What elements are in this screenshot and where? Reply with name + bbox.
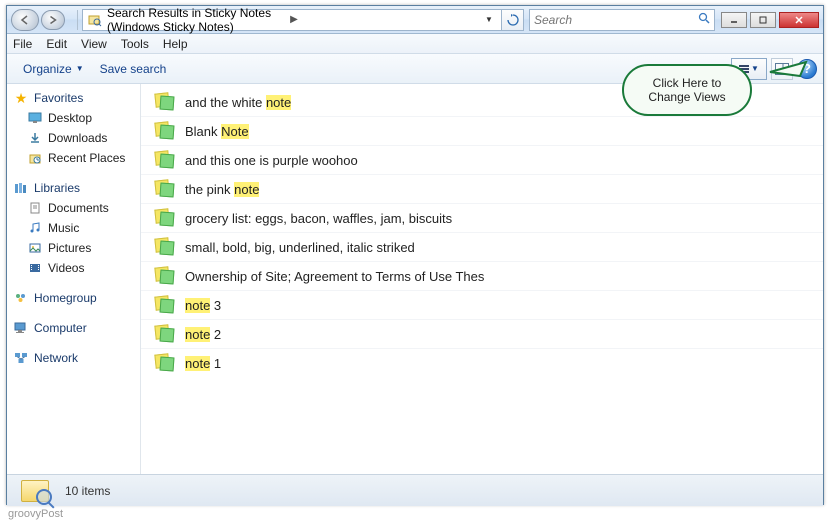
recent-places-icon xyxy=(27,150,43,166)
result-row[interactable]: the pink note xyxy=(141,174,823,203)
result-title: grocery list: eggs, bacon, waffles, jam,… xyxy=(185,211,452,226)
menubar: File Edit View Tools Help xyxy=(7,34,823,54)
window-controls xyxy=(721,12,819,28)
computer-icon xyxy=(13,320,29,336)
sidebar-item-documents[interactable]: Documents xyxy=(7,198,140,218)
result-title: the pink note xyxy=(185,182,259,197)
sidebar-computer[interactable]: Computer xyxy=(7,318,140,338)
sticky-note-icon xyxy=(155,151,175,169)
organize-button[interactable]: Organize ▼ xyxy=(15,59,92,79)
close-button[interactable] xyxy=(779,12,819,28)
result-row[interactable]: small, bold, big, underlined, italic str… xyxy=(141,232,823,261)
network-icon xyxy=(13,350,29,366)
result-row[interactable]: note 1 xyxy=(141,348,823,377)
search-folder-icon xyxy=(87,12,103,28)
maximize-button[interactable] xyxy=(750,12,776,28)
sticky-note-icon xyxy=(155,93,175,111)
titlebar: Search Results in Sticky Notes (Windows … xyxy=(7,6,823,34)
result-row[interactable]: note 2 xyxy=(141,319,823,348)
sticky-note-icon xyxy=(155,209,175,227)
sidebar-libraries-header[interactable]: Libraries xyxy=(7,178,140,198)
videos-icon xyxy=(27,260,43,276)
address-dropdown-icon[interactable]: ▼ xyxy=(481,15,497,24)
sticky-note-icon xyxy=(155,354,175,372)
menu-file[interactable]: File xyxy=(13,37,32,51)
breadcrumb-text: Search Results in Sticky Notes (Windows … xyxy=(107,6,286,34)
sticky-note-icon xyxy=(155,296,175,314)
sidebar-item-recent-places[interactable]: Recent Places xyxy=(7,148,140,168)
result-row[interactable]: Ownership of Site; Agreement to Terms of… xyxy=(141,261,823,290)
result-list: and the white note Blank Note and this one… xyxy=(141,84,823,381)
back-button[interactable] xyxy=(11,9,39,31)
menu-edit[interactable]: Edit xyxy=(46,37,67,51)
search-box[interactable] xyxy=(529,9,715,31)
result-title: note 1 xyxy=(185,356,221,371)
sidebar-item-desktop[interactable]: Desktop xyxy=(7,108,140,128)
result-row[interactable]: note 3 xyxy=(141,290,823,319)
result-title: Ownership of Site; Agreement to Terms of… xyxy=(185,269,484,284)
statusbar: 10 items xyxy=(7,474,823,506)
menu-view[interactable]: View xyxy=(81,37,107,51)
chevron-down-icon: ▼ xyxy=(751,64,759,73)
result-title: small, bold, big, underlined, italic str… xyxy=(185,240,415,255)
save-search-button[interactable]: Save search xyxy=(92,59,175,79)
downloads-icon xyxy=(27,130,43,146)
refresh-button[interactable] xyxy=(502,9,524,31)
minimize-button[interactable] xyxy=(721,12,747,28)
results-pane: and the white note Blank Note and this one… xyxy=(141,84,823,474)
music-icon xyxy=(27,220,43,236)
homegroup-icon xyxy=(13,290,29,306)
libraries-icon xyxy=(13,180,29,196)
sidebar-item-pictures[interactable]: Pictures xyxy=(7,238,140,258)
sidebar-item-music[interactable]: Music xyxy=(7,218,140,238)
sidebar-network[interactable]: Network xyxy=(7,348,140,368)
navigation-pane: ★Favorites Desktop Downloads Recent Plac… xyxy=(7,84,141,474)
star-icon: ★ xyxy=(13,90,29,106)
search-input[interactable] xyxy=(534,13,698,27)
pictures-icon xyxy=(27,240,43,256)
result-title: note 3 xyxy=(185,298,221,313)
chevron-down-icon: ▼ xyxy=(76,64,84,73)
search-icon[interactable] xyxy=(698,12,710,27)
sidebar-item-videos[interactable]: Videos xyxy=(7,258,140,278)
search-results-icon xyxy=(15,477,55,505)
desktop-icon xyxy=(27,110,43,126)
forward-button[interactable] xyxy=(41,10,65,30)
sticky-note-icon xyxy=(155,238,175,256)
watermark: groovyPost xyxy=(8,508,63,520)
sidebar-favorites-header[interactable]: ★Favorites xyxy=(7,88,140,108)
sidebar-item-downloads[interactable]: Downloads xyxy=(7,128,140,148)
callout-bubble: Click Here to Change Views xyxy=(622,64,752,116)
sticky-note-icon xyxy=(155,122,175,140)
address-bar[interactable]: Search Results in Sticky Notes (Windows … xyxy=(82,9,502,31)
documents-icon xyxy=(27,200,43,216)
result-row[interactable]: grocery list: eggs, bacon, waffles, jam,… xyxy=(141,203,823,232)
body: ★Favorites Desktop Downloads Recent Plac… xyxy=(7,84,823,474)
result-row[interactable]: and this one is purple woohoo xyxy=(141,145,823,174)
result-title: Blank Note xyxy=(185,124,249,139)
menu-tools[interactable]: Tools xyxy=(121,37,149,51)
sticky-note-icon xyxy=(155,180,175,198)
sticky-note-icon xyxy=(155,267,175,285)
item-count: 10 items xyxy=(65,484,110,498)
sticky-note-icon xyxy=(155,325,175,343)
result-row[interactable]: Blank Note xyxy=(141,116,823,145)
result-title: and the white note xyxy=(185,95,291,110)
result-title: and this one is purple woohoo xyxy=(185,153,358,168)
sidebar-homegroup[interactable]: Homegroup xyxy=(7,288,140,308)
chevron-right-icon[interactable]: ▶ xyxy=(290,14,298,25)
result-title: note 2 xyxy=(185,327,221,342)
menu-help[interactable]: Help xyxy=(163,37,188,51)
nav-buttons xyxy=(11,9,65,31)
